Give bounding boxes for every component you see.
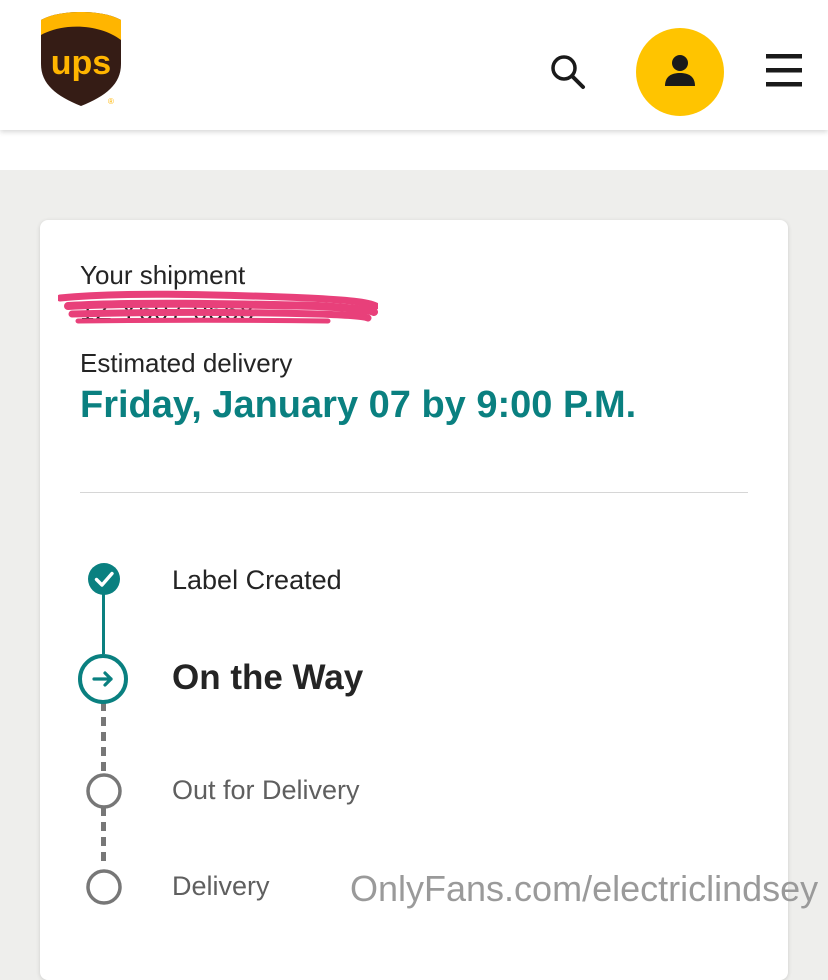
redaction-scribble <box>58 290 378 324</box>
user-icon <box>665 55 695 86</box>
estimated-delivery-label: Estimated delivery <box>80 348 293 378</box>
ups-logo[interactable]: ups ® <box>38 10 124 108</box>
empty-circle-icon <box>86 869 122 905</box>
watermark-text: OnlyFans.com/electriclindsey <box>350 868 819 909</box>
svg-text:ups: ups <box>51 44 111 82</box>
check-circle-icon <box>88 563 120 595</box>
step-delivery: Delivery <box>172 871 270 901</box>
empty-circle-icon <box>86 773 122 809</box>
step-out-for-delivery: Out for Delivery <box>172 775 360 805</box>
hamburger-menu-icon <box>766 54 802 87</box>
search-icon <box>551 55 585 89</box>
step-on-the-way: On the Way <box>172 658 364 697</box>
shipment-title: Your shipment <box>80 260 246 290</box>
app-header: ups ® <box>0 0 828 130</box>
search-button[interactable] <box>546 50 590 94</box>
account-button[interactable] <box>636 28 724 116</box>
step-label-created: Label Created <box>172 565 342 595</box>
shipment-card: Your shipment 1Z Y607 0568 Estimated del… <box>40 220 788 980</box>
main-menu-button[interactable] <box>762 50 806 90</box>
progress-connector-completed <box>102 588 105 654</box>
header-subbar <box>0 130 828 170</box>
svg-text:®: ® <box>108 97 114 106</box>
divider <box>80 492 748 493</box>
arrow-right-circle-icon <box>78 654 128 704</box>
estimated-delivery-date: Friday, January 07 by 9:00 P.M. <box>80 384 637 426</box>
